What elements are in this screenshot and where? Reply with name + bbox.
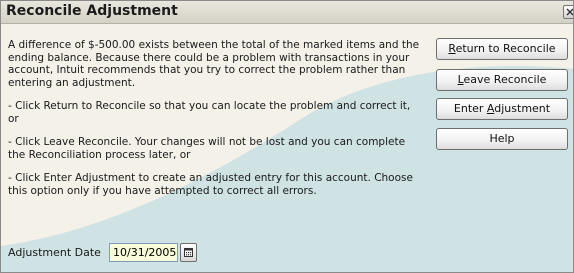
reconcile-adjustment-dialog: Reconcile Adjustment A difference of $-5…: [0, 0, 574, 273]
calendar-glyph: [184, 248, 193, 257]
enter-button-text-post: djustment: [494, 102, 551, 115]
return-to-reconcile-button[interactable]: Return to Reconcile: [436, 38, 568, 60]
dialog-title: Reconcile Adjustment: [6, 3, 178, 19]
close-icon[interactable]: [563, 5, 573, 19]
leave-reconcile-button[interactable]: Leave Reconcile: [436, 69, 568, 91]
leave-option-paragraph: - Click Leave Reconcile. Your changes wi…: [8, 136, 406, 161]
return-button-accesskey: R: [448, 42, 456, 55]
adjustment-date-label: Adjustment Date: [8, 246, 101, 259]
title-bar[interactable]: Reconcile Adjustment: [1, 1, 573, 24]
return-option-paragraph: - Click Return to Reconcile so that you …: [8, 100, 411, 125]
return-button-text-post: eturn to Reconcile: [455, 42, 556, 55]
help-button-label: Help: [489, 132, 515, 145]
calendar-icon[interactable]: [180, 243, 197, 262]
help-button[interactable]: Help: [436, 128, 568, 150]
message-text: A difference of $-500.00 exists between …: [8, 39, 423, 197]
leave-button-text-post: eave Reconcile: [463, 73, 547, 86]
enter-button-text-pre: Enter: [453, 102, 487, 115]
adjustment-date-field[interactable]: 10/31/2005: [109, 243, 178, 262]
enter-option-paragraph: - Click Enter Adjustment to create an ad…: [8, 172, 413, 197]
enter-adjustment-button[interactable]: Enter Adjustment: [436, 98, 568, 120]
intro-paragraph: A difference of $-500.00 exists between …: [8, 39, 420, 89]
close-glyph: [566, 8, 573, 16]
